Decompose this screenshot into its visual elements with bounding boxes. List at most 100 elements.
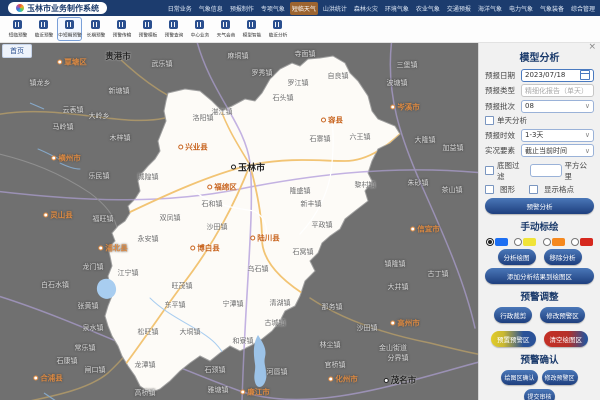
tab-label: 中心业务 xyxy=(190,31,209,38)
top-menu-item[interactable]: 环境气象 xyxy=(383,2,411,15)
plot-color-radio[interactable] xyxy=(543,238,565,246)
panel-close-icon[interactable]: × xyxy=(588,43,596,52)
model-analysis-panel: × 模型分析 预报日期 2023/07/18 预报类型 精细化报告（单天） 预报… xyxy=(478,43,600,400)
tab-item[interactable]: 预警传输 xyxy=(109,17,134,41)
adjust-button[interactable]: 修改预警区 xyxy=(540,307,585,323)
tab-label: 预警模板 xyxy=(138,31,157,38)
confirm-button[interactable]: 修改预警区 xyxy=(542,370,578,385)
adjust-button[interactable]: 行政裁剪 xyxy=(494,307,532,323)
top-menu-item[interactable]: 气象装备 xyxy=(538,2,566,15)
tab-item[interactable]: 天气会商 xyxy=(213,17,238,41)
plot-color-radio[interactable] xyxy=(486,238,508,246)
tab-icon xyxy=(247,20,256,29)
radio-dot xyxy=(514,238,522,246)
warning-analysis-button[interactable]: 预警分析 xyxy=(485,198,594,214)
tab-icon xyxy=(221,20,230,29)
app-logo[interactable]: 玉林市业务制作系统 xyxy=(8,2,107,14)
radio-dot xyxy=(571,238,579,246)
tab-item[interactable]: 中心业务 xyxy=(187,17,212,41)
breadcrumb-home[interactable]: 首页 xyxy=(2,44,32,58)
tab-label: 短临预警 xyxy=(8,31,27,38)
area-unit-label: 平方公里 xyxy=(565,160,595,182)
top-menu-item[interactable]: 专项气象 xyxy=(259,2,287,15)
tab-item[interactable]: 预警查询 xyxy=(161,17,186,41)
graphic-checkbox[interactable] xyxy=(485,185,494,194)
tab-item[interactable]: 临近分析 xyxy=(265,17,290,41)
top-menu-item[interactable]: 山洪统计 xyxy=(321,2,349,15)
forecast-type-label: 预报类型 xyxy=(485,85,518,96)
yulin-region xyxy=(105,56,400,393)
tab-item[interactable]: 长期预警 xyxy=(83,17,108,41)
tab-item[interactable]: 模型智能 xyxy=(239,17,264,41)
tab-item[interactable]: 预警模板 xyxy=(135,17,160,41)
single-day-label: 单天分析 xyxy=(497,115,527,126)
validity-value: 1-3天 xyxy=(525,130,583,140)
top-menu-item[interactable]: 海洋气象 xyxy=(476,2,504,15)
confirm-buttons: 绘图区确认修改预警区提交审核 xyxy=(485,370,594,400)
tab-icon xyxy=(13,20,22,29)
tab-icon xyxy=(273,20,282,29)
forecast-batch-select[interactable]: 08 ∨ xyxy=(521,100,594,113)
single-day-checkbox[interactable] xyxy=(485,116,494,125)
top-menu-item[interactable]: 电力气象 xyxy=(507,2,535,15)
graphic-label: 图形 xyxy=(500,184,515,195)
element-label: 实况要素 xyxy=(485,145,518,156)
tab-label: 天气会商 xyxy=(216,31,235,38)
validity-label: 预报时效 xyxy=(485,130,518,141)
manual-action-button[interactable]: 移除分析 xyxy=(544,249,582,265)
chevron-down-icon: ∨ xyxy=(585,147,590,155)
calendar-icon[interactable] xyxy=(580,70,590,80)
tab-icon xyxy=(65,20,74,29)
color-swatch xyxy=(552,238,565,246)
forecast-batch-value: 08 xyxy=(525,102,583,110)
top-menu-item[interactable]: 综合管理 xyxy=(569,2,597,15)
show-grid-label: 显示格点 xyxy=(544,184,574,195)
adjust-button[interactable]: 预置预警区 xyxy=(491,331,536,347)
show-grid-checkbox[interactable] xyxy=(529,185,538,194)
panel-title: 模型分析 xyxy=(485,49,594,64)
top-menu-item[interactable]: 气象信息 xyxy=(197,2,225,15)
color-swatch xyxy=(495,238,508,246)
top-menu-item[interactable]: 交通预报 xyxy=(445,2,473,15)
top-menu-item[interactable]: 预报制作 xyxy=(228,2,256,15)
add-analysis-result-button[interactable]: 添加分析结果到绘图区 xyxy=(485,268,594,284)
top-menu-item[interactable]: 日常业务 xyxy=(166,2,194,15)
forecast-type-input[interactable]: 精细化报告（单天） xyxy=(521,84,594,97)
map-canvas[interactable]: 贵港市覃塘区麻垌镇武乐镇镇龙乡新塘镇云表镇大岭乡马岭镇木梓镇横州市乐民镇灵山县福… xyxy=(0,43,478,400)
confirm-button[interactable]: 绘图区确认 xyxy=(501,370,537,385)
radio-dot xyxy=(486,238,494,246)
warning-adjust-title: 预警调整 xyxy=(485,289,594,303)
tab-icon xyxy=(91,20,100,29)
manual-buttons: 分析绘图移除分析 xyxy=(485,249,594,265)
tab-selected[interactable]: 中短期预警 xyxy=(57,17,82,41)
forecast-date-value: 2023/07/18 xyxy=(525,71,578,79)
area-filter-input[interactable] xyxy=(530,164,562,177)
tab-icon xyxy=(39,20,48,29)
top-navbar: 玉林市业务制作系统 日常业务气象信息预报制作专项气象短临天气山洪统计森林火灾环境… xyxy=(0,0,600,16)
plot-color-radio[interactable] xyxy=(514,238,536,246)
top-menu: 日常业务气象信息预报制作专项气象短临天气山洪统计森林火灾环境气象农业气象交通预报… xyxy=(166,0,597,16)
validity-select[interactable]: 1-3天 ∨ xyxy=(521,129,594,142)
color-swatch xyxy=(523,238,536,246)
element-select[interactable]: 截止当前时间 ∨ xyxy=(521,144,594,157)
plot-color-radio[interactable] xyxy=(571,238,593,246)
warning-confirm-title: 预警确认 xyxy=(485,352,594,366)
top-menu-item[interactable]: 森林火灾 xyxy=(352,2,380,15)
tab-item[interactable]: 短临预警 xyxy=(5,17,30,41)
content: 贵港市覃塘区麻垌镇武乐镇镇龙乡新塘镇云表镇大岭乡马岭镇木梓镇横州市乐民镇灵山县福… xyxy=(0,43,600,400)
forecast-type-placeholder: 精细化报告（单天） xyxy=(525,86,590,96)
top-menu-item[interactable]: 短临天气 xyxy=(290,2,318,15)
top-menu-item[interactable]: 农业气象 xyxy=(414,2,442,15)
basemap-filter-checkbox[interactable] xyxy=(485,166,494,175)
manual-action-button[interactable]: 分析绘图 xyxy=(498,249,536,265)
app-title: 玉林市业务制作系统 xyxy=(27,3,99,14)
confirm-button[interactable]: 提交审核 xyxy=(524,389,554,400)
forecast-date-input[interactable]: 2023/07/18 xyxy=(521,69,594,82)
tab-icon xyxy=(117,20,126,29)
tab-strip: 短临预警临近预警中短期预警长期预警预警传输预警模板预警查询中心业务天气会商模型智… xyxy=(0,16,600,43)
adjust-button[interactable]: 清空绘图区 xyxy=(544,331,589,347)
tab-item[interactable]: 临近预警 xyxy=(31,17,56,41)
manual-plot-title: 手动标绘 xyxy=(485,219,594,233)
tab-label: 模型智能 xyxy=(242,31,261,38)
tab-label: 预警传输 xyxy=(112,31,131,38)
